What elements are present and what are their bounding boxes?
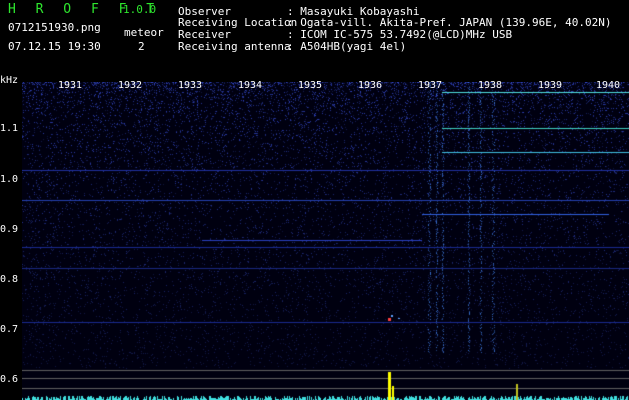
meteor-count-label: meteor [124,26,164,39]
y-tick-0-6: 0.6 [0,374,19,385]
antenna-label: Receiving antenna [178,40,291,53]
y-tick-0-8: 0.8 [0,274,19,285]
y-tick-0-9: 0.9 [0,224,19,235]
spectrogram-panel: kHz 1.1 1.0 0.9 0.8 0.7 0.6 1931 1932 19… [0,72,629,400]
time-tick-1940: 1940 [596,80,621,91]
time-tick-1938: 1938 [478,80,503,91]
antenna-value: : A504HB(yagi 4el) [287,40,407,53]
y-tick-1-0: 1.0 [0,174,19,185]
spectrogram-image [22,82,629,400]
time-tick-1937: 1937 [418,80,443,91]
time-tick-1932: 1932 [118,80,143,91]
image-filename: 0712151930.png [8,21,101,34]
receiver-value: : ICOM IC-575 53.7492(@LCD)MHz USB [287,28,513,41]
receiver-label: Receiver [178,28,231,41]
time-tick-1939: 1939 [538,80,563,91]
app-version: 1.0.0 [123,3,157,16]
meteor-count-value: 2 [138,40,145,53]
time-tick-1935: 1935 [298,80,323,91]
observation-datetime: 07.12.15 19:30 [8,40,101,53]
time-tick-1936: 1936 [358,80,383,91]
y-tick-0-7: 0.7 [0,324,19,335]
frequency-unit-label: kHz [0,75,19,86]
time-tick-1934: 1934 [238,80,263,91]
location-value: : Ogata-vill. Akita-Pref. JAPAN (139.96E… [287,16,612,29]
location-label: Receiving Location [178,16,298,29]
y-tick-1-1: 1.1 [0,123,19,134]
time-tick-1933: 1933 [178,80,203,91]
time-tick-1931: 1931 [58,80,83,91]
